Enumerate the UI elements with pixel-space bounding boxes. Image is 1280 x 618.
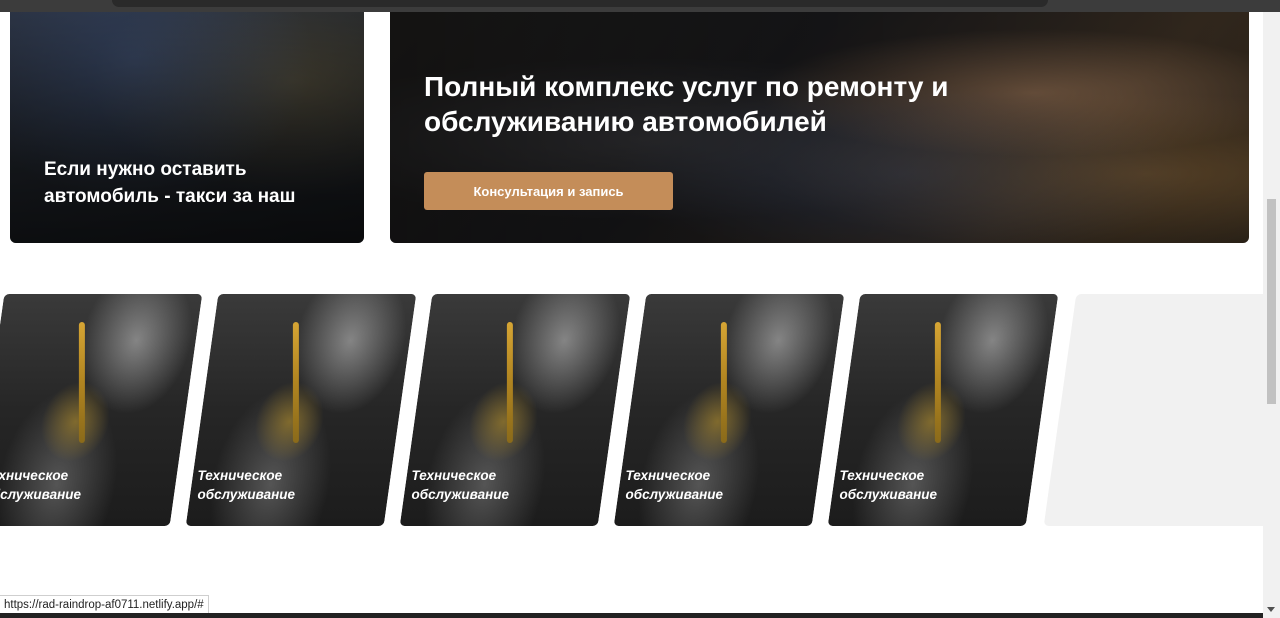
taxi-promo-title: Если нужно оставить автомобиль - такси з… [44,159,296,207]
services-carousel: Техническое обслуживание Техническое обс… [0,294,1280,527]
service-slide[interactable]: Техническое обслуживание [613,294,845,526]
browser-top-bar [0,0,1280,12]
consultation-button[interactable]: Консультация и запись [424,172,673,210]
oil-stream-image [507,321,514,443]
oil-stream-image [935,321,942,443]
scrollbar-thumb[interactable] [1267,199,1276,404]
service-label: Техническое обслуживание [0,468,82,502]
scroll-down-arrow-icon[interactable] [1267,607,1275,612]
hero-banner: Полный комплекс услуг по ремонту и обслу… [390,12,1249,243]
service-slide[interactable]: Техническое обслуживание [185,294,417,526]
bottom-edge [0,613,1263,618]
service-label: Техническое обслуживание [625,468,724,502]
service-slide-placeholder [1043,294,1280,526]
oil-stream-image [721,321,728,443]
oil-stream-image [293,321,300,443]
service-slide[interactable]: Техническое обслуживание [827,294,1059,526]
page-scrollbar[interactable] [1263,12,1280,618]
address-bar-edge [112,0,1048,7]
service-label: Техническое обслуживание [411,468,510,502]
taxi-promo-card[interactable]: Если нужно оставить автомобиль - такси з… [10,12,364,243]
service-label: Техническое обслуживание [839,468,938,502]
hero-title: Полный комплекс услуг по ремонту и обслу… [424,71,949,137]
service-slide[interactable]: Техническое обслуживание [0,294,203,526]
service-label: Техническое обслуживание [197,468,296,502]
service-slide[interactable]: Техническое обслуживание [399,294,631,526]
link-preview-url: https://rad-raindrop-af0711.netlify.app/… [0,595,209,615]
oil-stream-image [79,321,86,443]
